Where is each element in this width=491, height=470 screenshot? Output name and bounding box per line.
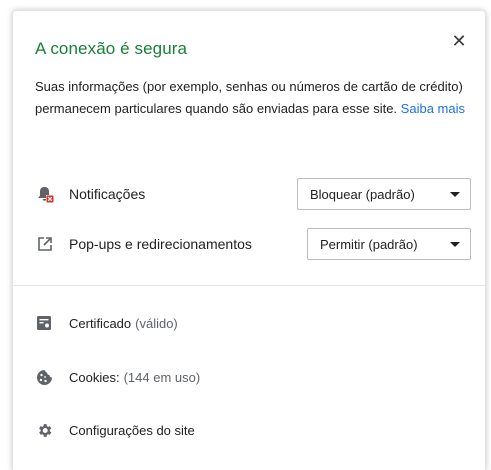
- cookies-item[interactable]: Cookies: (144 em uso): [35, 363, 471, 391]
- permission-row-notifications: Notificações Bloquear (padrão): [35, 177, 471, 211]
- popup-open-in-new-icon: [35, 234, 55, 254]
- site-settings-label: Configurações do site: [69, 422, 195, 438]
- section-divider: [13, 285, 485, 286]
- certificate-icon: [35, 314, 53, 332]
- site-settings-item[interactable]: Configurações do site: [35, 416, 471, 444]
- permission-row-popups: Pop-ups e redirecionamentos Permitir (pa…: [35, 227, 471, 261]
- notifications-select[interactable]: Bloquear (padrão): [297, 178, 471, 210]
- cookie-icon: [35, 368, 53, 386]
- notification-blocked-icon: [35, 184, 55, 204]
- certificate-item[interactable]: Certificado (válido): [35, 309, 471, 337]
- cookies-count: (144 em uso): [123, 369, 201, 385]
- popups-select-value: Permitir (padrão): [320, 236, 418, 252]
- popups-select[interactable]: Permitir (padrão): [307, 228, 471, 260]
- site-info-bubble: A conexão é segura ✕ Suas informações (p…: [12, 10, 486, 470]
- connection-description: Suas informações (por exemplo, senhas ou…: [35, 76, 475, 120]
- description-text: Suas informações (por exemplo, senhas ou…: [35, 79, 463, 116]
- gear-icon: [35, 421, 53, 439]
- connection-secure-title: A conexão é segura: [35, 39, 188, 58]
- close-icon[interactable]: ✕: [449, 31, 469, 51]
- cookies-label: Cookies:: [69, 369, 120, 385]
- permission-label-popups: Pop-ups e redirecionamentos: [69, 236, 252, 252]
- certificate-status: (válido): [135, 315, 178, 331]
- permission-label-notifications: Notificações: [69, 186, 146, 202]
- chevron-down-icon: [450, 191, 460, 197]
- certificate-label: Certificado: [69, 315, 132, 331]
- chevron-down-icon: [450, 241, 460, 247]
- notifications-select-value: Bloquear (padrão): [310, 186, 415, 202]
- learn-more-link[interactable]: Saiba mais: [401, 101, 465, 116]
